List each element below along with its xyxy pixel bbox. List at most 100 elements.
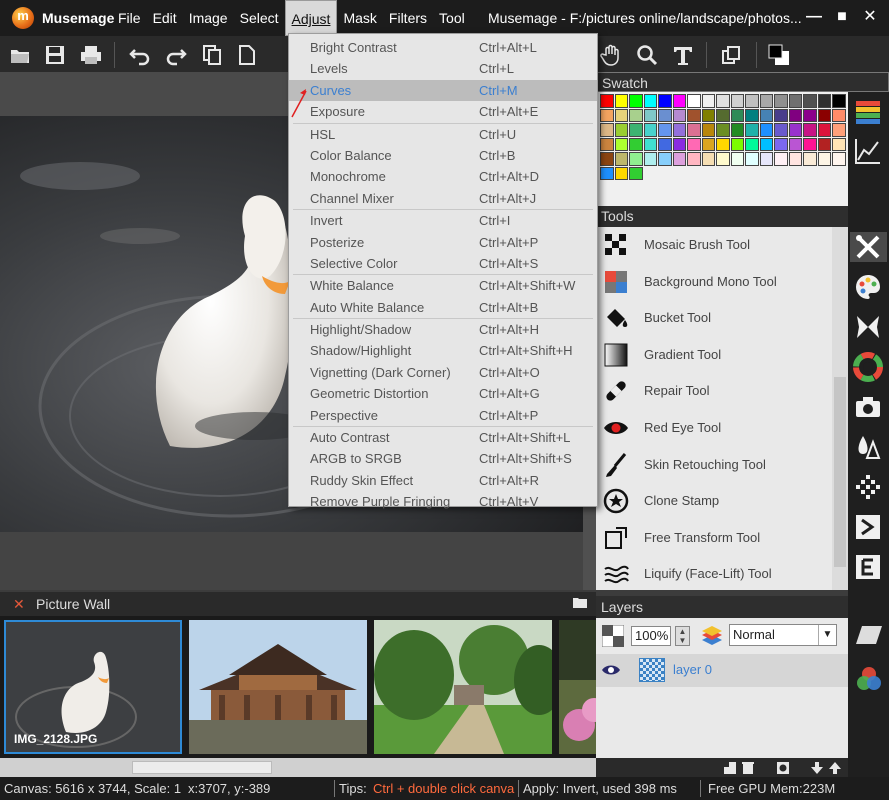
color-picker-icon[interactable] — [768, 44, 790, 66]
swatch-color[interactable] — [614, 166, 628, 180]
swatch-grid-icon[interactable] — [853, 98, 883, 128]
thumbnail-item[interactable] — [189, 620, 367, 754]
swatch-color[interactable] — [730, 152, 744, 166]
swatch-color[interactable] — [600, 108, 614, 122]
menu-filters[interactable]: Filters — [383, 0, 433, 36]
swatch-color[interactable] — [774, 108, 788, 122]
swatch-color[interactable] — [774, 94, 788, 108]
zoom-icon[interactable] — [636, 44, 658, 66]
thumbnail-item[interactable] — [559, 620, 596, 754]
swatch-color[interactable] — [759, 123, 773, 137]
new-document-icon[interactable] — [236, 44, 258, 66]
menu-item-remove-purple-fringing[interactable]: Remove Purple Fringing Ctrl+Alt+V — [289, 491, 597, 512]
menu-item-channel-mixer[interactable]: Channel Mixer Ctrl+Alt+J — [289, 188, 597, 209]
swatch-color[interactable] — [832, 123, 846, 137]
swatch-color[interactable] — [716, 152, 730, 166]
swatch-color[interactable] — [687, 94, 701, 108]
swatch-color[interactable] — [687, 152, 701, 166]
swatch-color[interactable] — [745, 108, 759, 122]
swatch-color[interactable] — [614, 123, 628, 137]
tool-skin-retouching[interactable]: Skin Retouching Tool — [596, 447, 832, 484]
swatch-color[interactable] — [759, 152, 773, 166]
menu-item-white-balance[interactable]: White Balance Ctrl+Alt+Shift+W — [289, 275, 597, 296]
visibility-eye-icon[interactable] — [601, 663, 621, 677]
open-folder-icon[interactable] — [9, 44, 31, 66]
swatch-color[interactable] — [745, 94, 759, 108]
tool-clone-stamp[interactable]: Clone Stamp — [596, 483, 832, 520]
menu-item-shadow-highlight[interactable]: Shadow/Highlight Ctrl+Alt+Shift+H — [289, 340, 597, 361]
swatch-color[interactable] — [832, 94, 846, 108]
swatch-color[interactable] — [803, 152, 817, 166]
swatch-color[interactable] — [658, 94, 672, 108]
drops-icon[interactable] — [853, 432, 883, 462]
swatch-color[interactable] — [832, 108, 846, 122]
swatch-color[interactable] — [672, 123, 686, 137]
swatch-color[interactable] — [817, 123, 831, 137]
menu-item-argb-to-srgb[interactable]: ARGB to SRGB Ctrl+Alt+Shift+S — [289, 448, 597, 469]
swatch-color[interactable] — [643, 108, 657, 122]
close-icon[interactable]: ✕ — [13, 592, 25, 616]
menu-item-perspective[interactable]: Perspective Ctrl+Alt+P — [289, 405, 597, 426]
swatch-color[interactable] — [629, 137, 643, 151]
opacity-input[interactable]: 100% — [631, 626, 671, 646]
menu-item-vignetting[interactable]: Vignetting (Dark Corner) Ctrl+Alt+O — [289, 362, 597, 383]
swatch-color[interactable] — [803, 108, 817, 122]
swatch-color[interactable] — [803, 137, 817, 151]
menu-item-hsl[interactable]: HSL Ctrl+U — [289, 124, 597, 145]
menu-item-selective-color[interactable]: Selective Color Ctrl+Alt+S — [289, 253, 597, 274]
swatch-color[interactable] — [730, 94, 744, 108]
mask-icon[interactable] — [776, 761, 790, 775]
swatch-color[interactable] — [730, 123, 744, 137]
swatch-color[interactable] — [672, 108, 686, 122]
menu-item-bright-contrast[interactable]: Bright Contrast Ctrl+Alt+L — [289, 37, 597, 58]
swatch-color[interactable] — [687, 108, 701, 122]
swatch-color[interactable] — [600, 137, 614, 151]
layer-row[interactable]: layer 0 — [596, 654, 848, 687]
swatch-color[interactable] — [629, 108, 643, 122]
close-button[interactable]: ✕ — [861, 8, 879, 26]
swatch-color[interactable] — [629, 94, 643, 108]
folder-icon[interactable] — [573, 597, 587, 608]
swatch-color[interactable] — [745, 123, 759, 137]
picture-wall-scrollbar[interactable] — [0, 758, 596, 777]
swatch-color[interactable] — [759, 137, 773, 151]
swatch-color[interactable] — [701, 137, 715, 151]
swatch-color[interactable] — [788, 152, 802, 166]
tool-bucket[interactable]: Bucket Tool — [596, 300, 832, 337]
swatch-color[interactable] — [759, 108, 773, 122]
swatch-color[interactable] — [600, 152, 614, 166]
minimize-button[interactable]: — — [805, 8, 823, 26]
swatch-color[interactable] — [774, 123, 788, 137]
swatch-color[interactable] — [716, 108, 730, 122]
copy-icon[interactable] — [201, 44, 223, 66]
swatch-color[interactable] — [788, 108, 802, 122]
swatch-color[interactable] — [817, 94, 831, 108]
swatch-color[interactable] — [672, 137, 686, 151]
swatch-color[interactable] — [643, 94, 657, 108]
menu-item-posterize[interactable]: Posterize Ctrl+Alt+P — [289, 232, 597, 253]
hand-tool-icon[interactable] — [600, 44, 622, 66]
swatch-color[interactable] — [817, 152, 831, 166]
menu-item-auto-contrast[interactable]: Auto Contrast Ctrl+Alt+Shift+L — [289, 427, 597, 448]
swatch-color[interactable] — [788, 123, 802, 137]
move-layer-down-icon[interactable] — [810, 761, 824, 775]
print-icon[interactable] — [80, 44, 102, 66]
menu-file[interactable]: File — [112, 0, 147, 36]
swatch-color[interactable] — [614, 94, 628, 108]
tool-liquify[interactable]: Liquify (Face-Lift) Tool — [596, 556, 832, 590]
move-layer-up-icon[interactable] — [828, 761, 842, 775]
menu-tool[interactable]: Tool — [433, 0, 471, 36]
swatch-color[interactable] — [701, 94, 715, 108]
swatch-color[interactable] — [832, 152, 846, 166]
layer-plane-icon[interactable] — [854, 624, 884, 646]
swatch-color[interactable] — [600, 94, 614, 108]
tool-mosaic-brush[interactable]: Mosaic Brush Tool — [596, 227, 832, 264]
tools-scrollbar[interactable] — [832, 227, 848, 590]
menu-item-levels[interactable]: Levels Ctrl+L — [289, 58, 597, 79]
swatch-color[interactable] — [672, 152, 686, 166]
swatch-color[interactable] — [759, 94, 773, 108]
menu-item-color-balance[interactable]: Color Balance Ctrl+B — [289, 145, 597, 166]
swatch-color[interactable] — [643, 152, 657, 166]
thumbnail-item[interactable] — [374, 620, 552, 754]
tool-gradient[interactable]: Gradient Tool — [596, 337, 832, 374]
